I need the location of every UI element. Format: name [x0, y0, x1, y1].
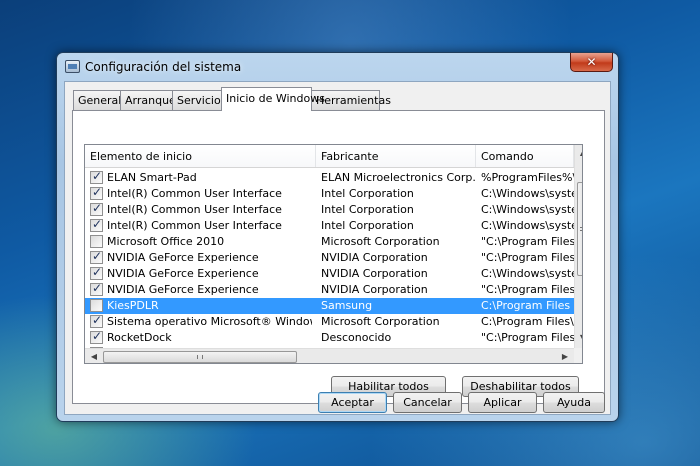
row-cell-maker: Intel Corporation — [321, 187, 414, 200]
table-row[interactable]: Microsoft Office 2010 Microsoft Corporati… — [85, 234, 574, 250]
scroll-corner — [574, 348, 582, 363]
table-row[interactable]: Intel(R) Common User Interface Intel Corp… — [85, 217, 574, 234]
column-header-fabricante[interactable]: Fabricante — [316, 145, 476, 167]
row-cell-name: ELAN Smart-Pad — [107, 171, 197, 184]
startup-item-checkbox[interactable] — [90, 235, 103, 248]
startup-item-checkbox[interactable] — [90, 265, 103, 280]
table-row[interactable]: NVIDIA GeForce Experience NVIDIA Corporat… — [85, 281, 574, 298]
scroll-left-arrow-icon[interactable]: ◀ — [86, 352, 102, 361]
vertical-scroll-thumb[interactable] — [577, 182, 582, 276]
table-row[interactable]: ELAN Smart-Pad ELAN Microelectronics Corp… — [85, 169, 574, 186]
apply-button[interactable]: Aplicar — [468, 392, 537, 413]
startup-item-checkbox[interactable] — [90, 329, 103, 344]
msconfig-app-icon — [65, 60, 80, 73]
row-cell-maker: Microsoft Corporation — [321, 235, 440, 248]
row-cell-maker: Microsoft Corporation — [321, 315, 440, 328]
table-row[interactable]: Intel(R) Common User Interface Intel Corp… — [85, 201, 574, 218]
row-cell-command: C:\Program Files\Wi — [481, 315, 574, 328]
row-cell-name: Intel(R) Common User Interface — [107, 187, 282, 200]
row-cell-command: C:\Program Files (x — [481, 299, 574, 312]
row-cell-name: Sistema operativo Microsoft® Windows® — [107, 315, 312, 328]
row-cell-command: "C:\Program Files (x — [481, 331, 574, 344]
row-cell-maker: Intel Corporation — [321, 219, 414, 232]
row-cell-name: NVIDIA GeForce Experience — [107, 267, 259, 280]
startup-item-checkbox[interactable] — [90, 249, 103, 264]
row-cell-maker: NVIDIA Corporation — [321, 267, 428, 280]
horizontal-scrollbar[interactable]: ◀ ▶ — [85, 348, 574, 363]
startup-items-list[interactable]: Elemento de inicio Fabricante Comando EL… — [84, 144, 583, 364]
list-header: Elemento de inicio Fabricante Comando — [85, 145, 574, 168]
scroll-right-arrow-icon[interactable]: ▶ — [557, 352, 573, 361]
row-cell-command: C:\Windows\system — [481, 187, 574, 200]
startup-item-checkbox[interactable] — [90, 313, 103, 328]
column-header-elemento[interactable]: Elemento de inicio — [85, 145, 316, 167]
startup-item-checkbox[interactable] — [90, 299, 103, 312]
column-header-comando[interactable]: Comando — [476, 145, 574, 167]
row-cell-name: RocketDock — [107, 331, 172, 344]
row-cell-name: Intel(R) Common User Interface — [107, 203, 282, 216]
grip-icon — [580, 227, 582, 231]
row-cell-maker: NVIDIA Corporation — [321, 283, 428, 296]
startup-item-checkbox[interactable] — [90, 169, 103, 184]
vertical-scrollbar[interactable]: ▲ ▼ — [574, 145, 582, 348]
table-row[interactable]: NVIDIA GeForce Experience NVIDIA Corporat… — [85, 265, 574, 282]
horizontal-scroll-thumb[interactable] — [103, 351, 297, 363]
row-cell-name: NVIDIA GeForce Experience — [107, 283, 259, 296]
startup-item-checkbox[interactable] — [90, 201, 103, 216]
row-cell-name: Microsoft Office 2010 — [107, 235, 225, 248]
row-cell-maker: Samsung — [321, 299, 373, 312]
row-cell-command: "C:\Program Files\M — [481, 235, 574, 248]
row-cell-maker: NVIDIA Corporation — [321, 251, 428, 264]
row-cell-name: KiesPDLR — [107, 299, 159, 312]
help-button[interactable]: Ayuda — [543, 392, 605, 413]
row-cell-command: C:\Windows\system — [481, 203, 574, 216]
tab-general[interactable]: General — [73, 90, 121, 110]
tab-servicios[interactable]: Servicios — [172, 90, 226, 110]
cancel-button[interactable]: Cancelar — [393, 392, 462, 413]
row-cell-maker: Desconocido — [321, 331, 392, 344]
table-row[interactable]: KiesPDLR Samsung C:\Program Files (x — [85, 298, 574, 314]
row-cell-name: Intel(R) Common User Interface — [107, 219, 282, 232]
dialog-client-area: General Arranque Servicios Inicio de Win… — [64, 81, 611, 415]
startup-item-checkbox[interactable] — [90, 281, 103, 296]
row-cell-command: "C:\Program Files (x — [481, 251, 574, 264]
row-cell-command: C:\Windows\system — [481, 267, 574, 280]
scroll-up-arrow-icon[interactable]: ▲ — [575, 148, 582, 157]
startup-item-checkbox[interactable] — [90, 185, 103, 200]
row-cell-maker: Intel Corporation — [321, 203, 414, 216]
title-bar[interactable]: Configuración del sistema ✕ — [57, 53, 618, 81]
tab-arranque[interactable]: Arranque — [120, 90, 176, 110]
row-cell-command: C:\Windows\system — [481, 219, 574, 232]
row-cell-command: "C:\Program Files (x — [481, 283, 574, 296]
accept-button[interactable]: Aceptar — [318, 392, 387, 413]
table-row[interactable]: Intel(R) Common User Interface Intel Corp… — [85, 185, 574, 202]
tab-inicio-de-windows[interactable]: Inicio de Windows — [221, 87, 325, 111]
system-config-window: Configuración del sistema ✕ General Arra… — [56, 52, 619, 422]
table-row[interactable]: RocketDock Desconocido "C:\Program Files (… — [85, 329, 574, 346]
table-row[interactable]: Sistema operativo Microsoft® Windows® Mic… — [85, 313, 574, 330]
grip-icon — [197, 355, 203, 359]
tab-panel-inicio: Elemento de inicio Fabricante Comando EL… — [72, 110, 605, 404]
close-button[interactable]: ✕ — [570, 53, 613, 72]
table-row[interactable]: NVIDIA GeForce Experience NVIDIA Corporat… — [85, 249, 574, 266]
row-cell-maker: ELAN Microelectronics Corp. — [321, 171, 476, 184]
window-title: Configuración del sistema — [85, 60, 242, 74]
row-cell-command: %ProgramFiles%\El — [481, 171, 574, 184]
scroll-down-arrow-icon[interactable]: ▼ — [575, 333, 582, 342]
startup-item-checkbox[interactable] — [90, 217, 103, 232]
row-cell-name: NVIDIA GeForce Experience — [107, 251, 259, 264]
